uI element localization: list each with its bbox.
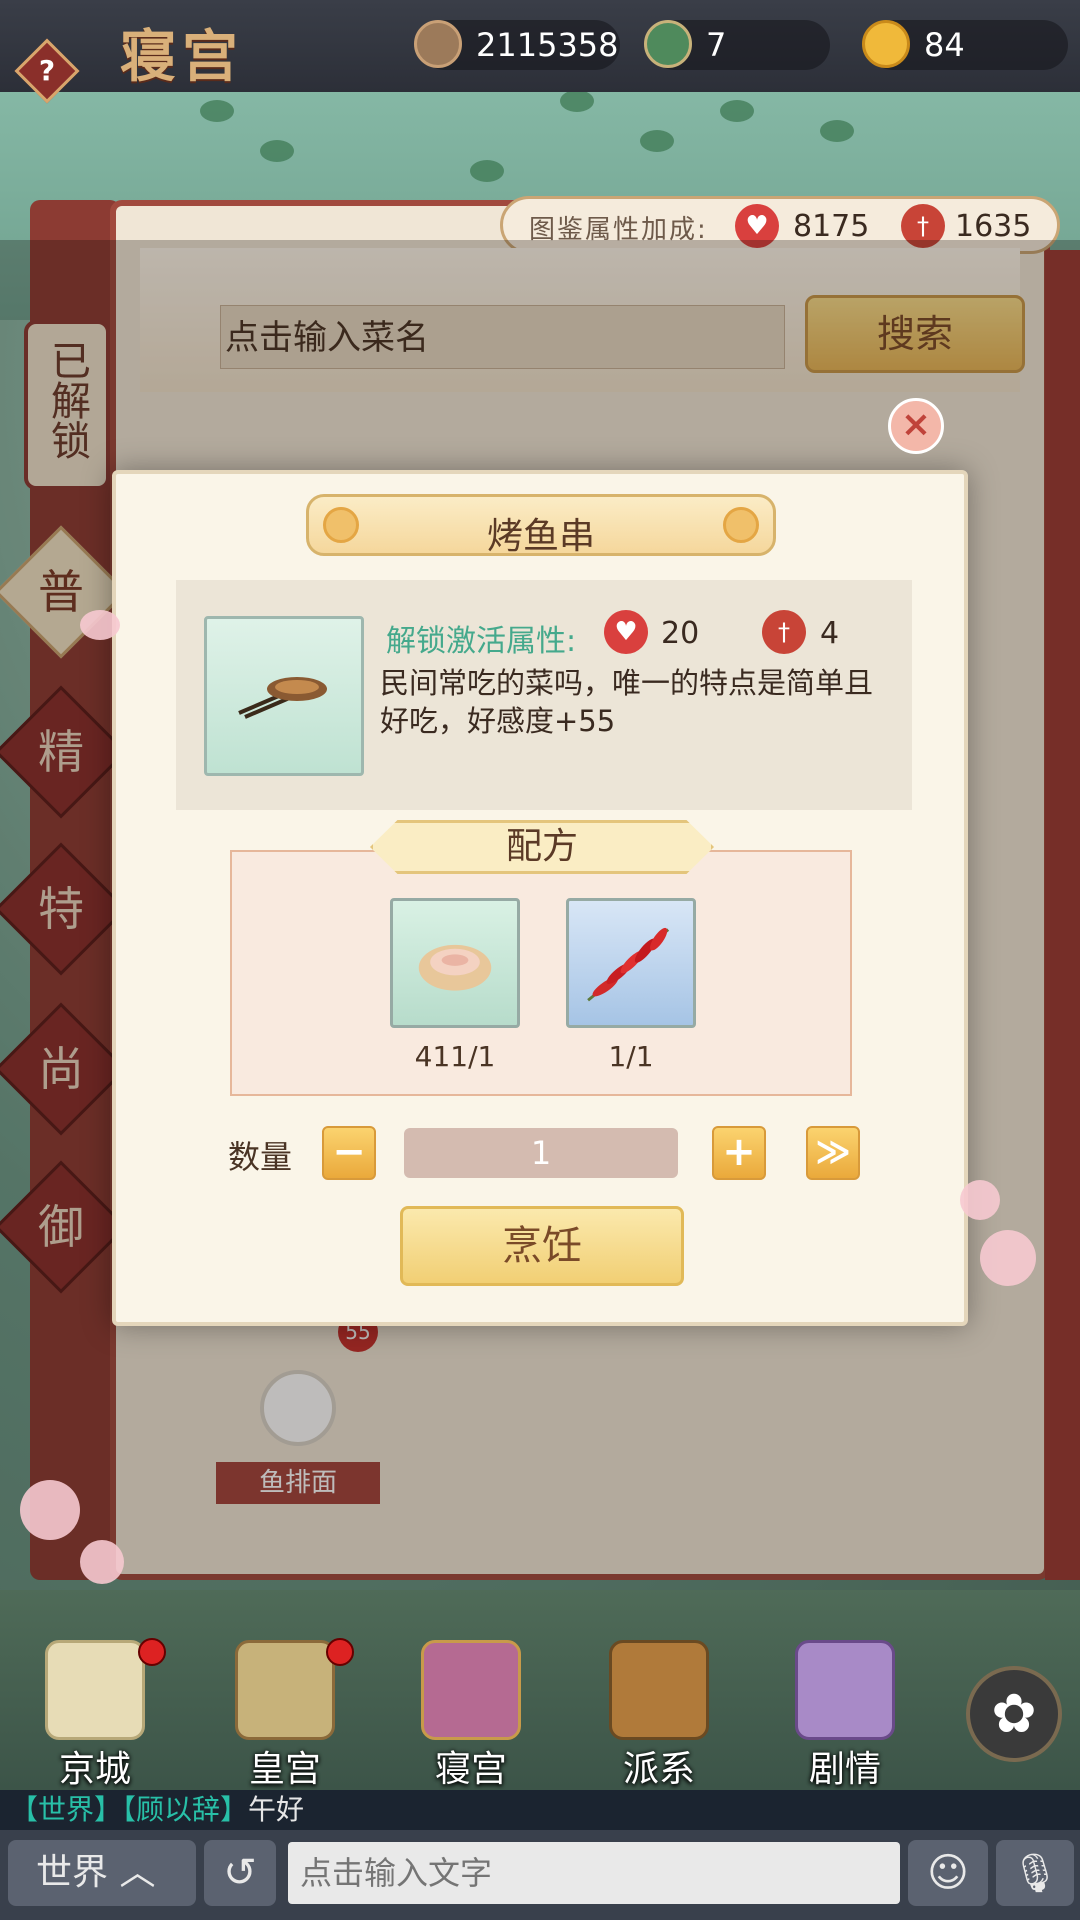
dish-description: 民间常吃的菜吗，唯一的特点是简单且好吃，好感度+55 (380, 666, 874, 738)
nav-label: 寝宫 (434, 1749, 507, 1790)
dish-image (204, 616, 364, 776)
chat-channel-tag: 【世界】 (10, 1793, 123, 1826)
modal-title: 烤鱼串 (486, 516, 595, 557)
nav-story[interactable]: 剧情 (770, 1640, 920, 1790)
microphone-icon[interactable]: 🎙 (996, 1840, 1074, 1906)
blossom-decoration (20, 1480, 80, 1540)
gold-ingot-value: 84 (924, 26, 965, 64)
notification-dot (326, 1638, 354, 1666)
blossom-decoration (80, 610, 120, 640)
quantity-label: 数量 (228, 1138, 293, 1176)
chat-bar: 世界 ︿ ↺ ☺ 🎙 (0, 1830, 1080, 1920)
nav-bedchamber[interactable]: 寝宫 (396, 1640, 546, 1790)
page-title: 寝宫 (120, 24, 244, 90)
palace-icon (235, 1640, 335, 1740)
quantity-field[interactable]: 1 (404, 1128, 678, 1178)
ingredient-count: 1/1 (608, 1040, 654, 1073)
modal-title-band: 烤鱼串 (306, 494, 776, 557)
sakura-menu-button[interactable]: ✿ (966, 1666, 1062, 1762)
faction-icon (609, 1640, 709, 1740)
recipe-title: 配方 (505, 826, 578, 867)
chat-latest-message[interactable]: 【世界】【顾以辞】午好 (0, 1790, 1080, 1830)
bedchamber-icon (421, 1640, 521, 1740)
sword-icon: † (762, 610, 806, 654)
ingredient-fish-fillet[interactable] (390, 898, 520, 1028)
gourd-counter: 7 (644, 20, 830, 70)
ingredient-count: 411/1 (414, 1040, 496, 1073)
attribute-affection-value: 20 (661, 616, 700, 651)
heart-icon: ♥ (604, 610, 648, 654)
copper-coin-icon (414, 20, 462, 68)
cook-button[interactable]: 烹饪 (400, 1206, 684, 1286)
dish-info-box: 解锁激活属性: ♥ 20 † 4 民间常吃的菜吗，唯一的特点是简单且好吃，好感度… (176, 580, 912, 810)
nav-label: 剧情 (808, 1749, 881, 1790)
ingredient-chili-pepper[interactable] (566, 898, 696, 1028)
notification-dot (138, 1638, 166, 1666)
question-icon: ? (38, 54, 56, 87)
recipe-title-tag: 配方 (370, 820, 714, 874)
nav-label: 京城 (58, 1749, 131, 1790)
unlock-attribute-label: 解锁激活属性: (386, 624, 577, 659)
grilled-fish-skewer-icon (238, 677, 327, 719)
attribute-power-value: 4 (820, 616, 840, 651)
gourd-value: 7 (706, 26, 727, 64)
gourd-icon (644, 20, 692, 68)
nav-label: 皇宫 (248, 1749, 321, 1790)
flower-ornament-icon (723, 507, 759, 543)
story-book-icon (795, 1640, 895, 1740)
close-modal-button[interactable]: × (888, 398, 944, 454)
gold-ingot-counter: 84 (862, 20, 1068, 70)
blossom-decoration (960, 1180, 1000, 1220)
bonus-affection-value: 8175 (793, 209, 870, 244)
gold-ingot-icon (862, 20, 910, 68)
emoji-icon[interactable]: ☺ (908, 1840, 988, 1906)
chat-channel-select[interactable]: 世界 ︿ (8, 1840, 196, 1906)
chat-message-text: 午好 (248, 1793, 305, 1826)
blossom-decoration (80, 1540, 124, 1584)
fish-fillet-icon (418, 944, 492, 991)
chat-user-tag[interactable]: 【顾以辞】 (122, 1793, 248, 1826)
decrease-quantity-button[interactable]: − (322, 1126, 376, 1180)
max-quantity-button[interactable]: ≫ (806, 1126, 860, 1180)
bonus-power-value: 1635 (955, 209, 1032, 244)
recipe-box (230, 850, 852, 1096)
nav-label: 派系 (622, 1749, 695, 1790)
copper-coin-counter: 2115358 (414, 20, 620, 70)
dish-detail-modal: 烤鱼串 解锁激活属性: ♥ 20 † 4 民间常吃的菜吗，唯一的特点是简单且好吃… (112, 470, 968, 1326)
map-icon (45, 1640, 145, 1740)
blossom-decoration (980, 1230, 1036, 1286)
history-icon[interactable]: ↺ (204, 1840, 276, 1906)
chili-pepper-icon (587, 927, 670, 1002)
nav-faction[interactable]: 派系 (584, 1640, 734, 1790)
chat-input[interactable] (288, 1842, 900, 1904)
copper-coin-value: 2115358 (476, 26, 619, 64)
increase-quantity-button[interactable]: + (712, 1126, 766, 1180)
